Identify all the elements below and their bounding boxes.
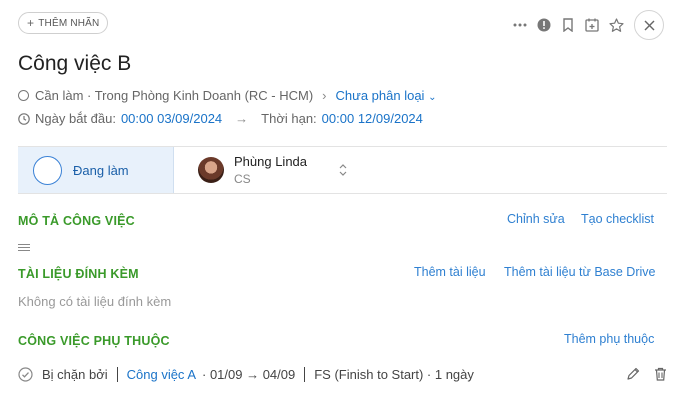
status-assignee-bar: Đang làm Phùng Linda CS [18,146,667,194]
trash-icon[interactable] [654,367,667,381]
avatar [198,157,224,183]
alert-icon[interactable] [536,17,552,33]
add-dependency-link[interactable]: Thêm phụ thuộc [564,332,654,346]
chevron-down-icon: ⌄ [428,92,437,103]
check-circle-icon [18,367,33,382]
attachments-title: TÀI LIỆU ĐÍNH KÈM [18,267,139,281]
assignee-selector[interactable]: Phùng Linda CS [174,147,347,193]
add-tag-label: THÊM NHÃN [38,17,100,29]
assignee-role: CS [234,172,251,186]
start-date-label: Ngày bắt đầu: [35,111,116,126]
status-ring-icon [33,155,62,185]
assignee-name: Phùng Linda [234,154,308,169]
clock-icon [18,112,30,125]
create-checklist-link[interactable]: Tạo checklist [581,212,654,226]
add-attachment-link[interactable]: Thêm tài liệu [414,265,486,279]
edit-pencil-icon[interactable] [626,367,640,381]
description-title: MÔ TẢ CÔNG VIỆC [18,214,135,228]
divider [116,367,118,382]
dependency-relation: Bị chặn bởi [42,367,108,382]
add-from-drive-link[interactable]: Thêm tài liệu từ Base Drive [504,265,655,279]
start-date-value[interactable]: 00:00 03/09/2024 [121,111,222,126]
bookmark-icon[interactable] [560,17,576,33]
category-dropdown[interactable]: Chưa phân loại ⌄ [336,88,437,103]
close-icon [644,20,654,30]
plus-icon: + [27,16,35,30]
todo-status-icon [18,90,29,101]
deadline-label: Thời hạn: [261,111,317,126]
arrow-right-icon: → [235,111,249,126]
more-icon[interactable] [512,17,528,33]
dependencies-title: CÔNG VIỆC PHỤ THUỘC [18,334,170,348]
dependency-task-link[interactable]: Công việc A [127,367,196,382]
dependency-type: FS (Finish to Start) · 1 ngày [314,367,474,382]
add-tag-button[interactable]: + THÊM NHÃN [18,12,109,34]
status-label: Đang làm [73,162,129,178]
close-button[interactable] [634,10,664,40]
chevron-right-icon: › [322,88,327,103]
divider [304,367,306,382]
task-dates-line: Ngày bắt đầu: 00:00 03/09/2024 → Thời hạ… [18,111,423,126]
task-title: Công việc B [18,52,132,75]
calendar-add-icon[interactable] [584,17,600,33]
no-attachments-text: Không có tài liệu đính kèm [18,294,172,309]
deadline-value[interactable]: 00:00 12/09/2024 [322,111,423,126]
star-icon[interactable] [608,17,624,33]
status-selector[interactable]: Đang làm [18,147,174,193]
status-text: Cần làm · Trong Phòng Kinh Doanh (RC - H… [35,88,314,103]
top-toolbar [512,10,664,40]
dependency-actions [626,367,667,381]
sort-arrows-icon[interactable] [339,163,347,177]
task-status-line: Cần làm · Trong Phòng Kinh Doanh (RC - H… [18,88,436,103]
category-label: Chưa phân loại [335,88,425,103]
dependency-dates: · 01/09 → 04/09 [202,367,296,382]
text-lines-icon [18,244,30,253]
list-item: Bị chặn bởi Công việc A · 01/09 → 04/09 … [18,367,667,382]
edit-description-link[interactable]: Chỉnh sửa [507,212,565,226]
